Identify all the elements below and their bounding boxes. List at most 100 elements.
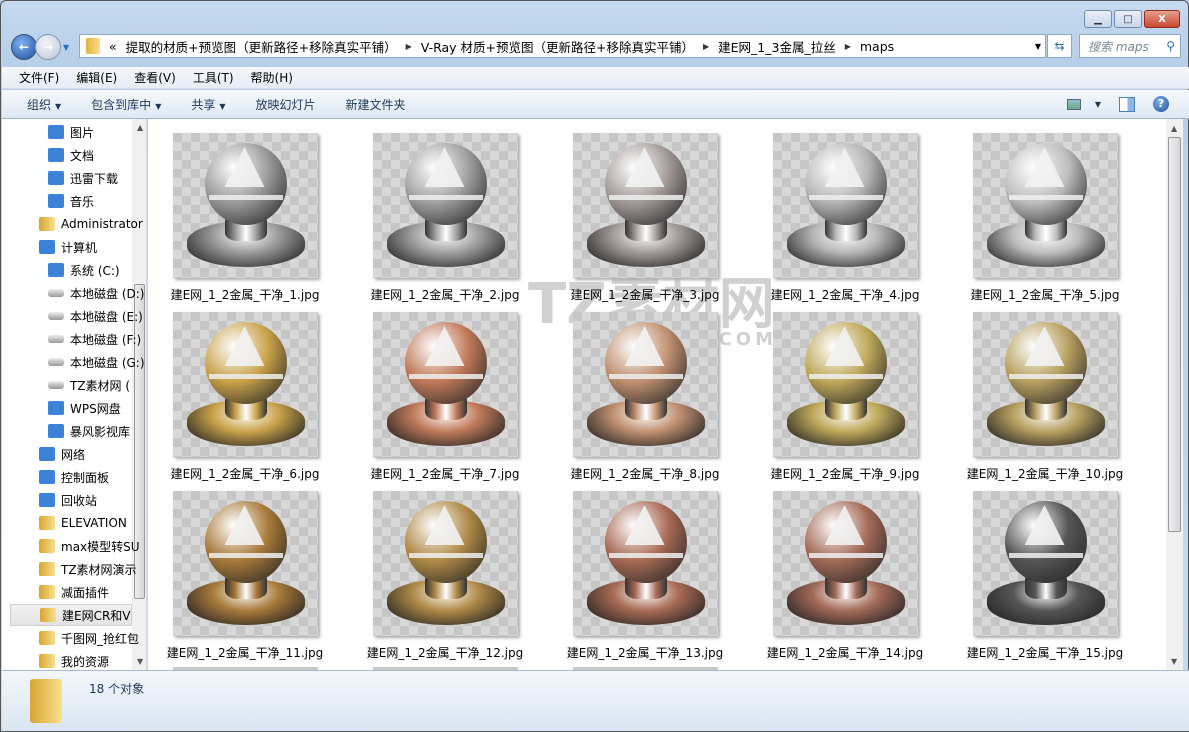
drive-icon [48,381,64,389]
breadcrumb-item[interactable]: maps [860,39,894,54]
sidebar-item[interactable]: 我的资源 [39,650,146,670]
menu-file[interactable]: 文件(F) [19,69,59,86]
sidebar-item[interactable]: 音乐 [48,190,146,212]
view-options-button[interactable]: ▼ [1066,98,1101,110]
breadcrumb-item[interactable]: V-Ray 材质+预览图（更新路径+移除真实平铺） [421,37,694,56]
preview-pane-icon[interactable] [1119,96,1135,112]
sidebar-item[interactable]: Administrator [39,213,146,235]
sidebar-item[interactable]: 计算机 [39,236,146,258]
sidebar-item[interactable]: max模型转SU [39,535,146,557]
file-item[interactable]: 建E网_1_2金属_干净_10.jpg [950,312,1140,482]
refresh-button[interactable]: ⇆ [1047,34,1072,58]
sidebar-item-label: 本地磁盘 (E:) [70,309,143,324]
sidebar-item[interactable]: WPS网盘 [48,397,146,419]
navigation-pane: ▲ ▼ 图片 文档 迅雷下载 音乐 Administrator 计算机 系统 (C:) 本地磁… [2,119,147,670]
menu-edit[interactable]: 编辑(E) [76,69,117,86]
sidebar-item[interactable]: 系统 (C:) [48,259,146,281]
chevron-right-icon[interactable]: ▶ [406,42,412,51]
control-panel-icon [39,470,55,484]
slideshow-button[interactable]: 放映幻灯片 [256,96,316,113]
minimize-button[interactable]: ▁ [1084,10,1112,28]
search-icon[interactable]: ⚲ [1166,39,1175,53]
file-item[interactable]: 建E网_1_2金属_干净_1.jpg [150,133,340,303]
recent-pages-dropdown[interactable]: ▼ [63,43,69,52]
menu-tools[interactable]: 工具(T) [193,69,234,86]
file-name: 建E网_1_2金属_干净_2.jpg [370,288,520,302]
help-icon[interactable]: ? [1153,96,1169,112]
forward-button[interactable]: → [35,34,61,60]
file-item[interactable]: 建E网_1_2金属_干净_8.jpg [550,312,740,482]
sidebar-item-label: 网络 [61,447,86,462]
file-item[interactable]: 建E网_1_2金属_干净_12.jpg [350,491,540,661]
address-bar[interactable]: « 提取的材质+预览图（更新路径+移除真实平铺） ▶ V-Ray 材质+预览图（… [79,34,1046,58]
sidebar-item-label: 本地磁盘 (D:) [70,286,145,301]
folder-icon [39,516,55,530]
image-thumbnail [572,133,718,278]
sidebar-item[interactable]: 本地磁盘 (E:) [48,305,146,327]
image-thumbnail [372,312,518,457]
file-list-scrollbar-thumb[interactable] [1168,137,1181,532]
sidebar-item[interactable]: 本地磁盘 (G:) [48,351,146,373]
chevron-right-icon[interactable]: ▶ [845,42,851,51]
menu-help[interactable]: 帮助(H) [251,69,293,86]
image-thumbnail [172,312,318,457]
file-item[interactable]: 建E网_1_2金属_干净_4.jpg [750,133,940,303]
file-item[interactable]: 建E网_1_2金属_干净_15.jpg [950,491,1140,661]
image-thumbnail [172,133,318,278]
menu-view[interactable]: 查看(V) [134,69,176,86]
file-name: 建E网_1_2金属_干净_5.jpg [970,288,1120,302]
breadcrumb-item[interactable]: 提取的材质+预览图（更新路径+移除真实平铺） [126,37,397,56]
chevron-down-icon[interactable]: ▼ [1035,42,1041,51]
include-in-library-button[interactable]: 包含到库中 ▼ [91,96,161,113]
sidebar-item[interactable]: 网络 [39,443,146,465]
breadcrumb-item[interactable]: 建E网_1_3金属_拉丝 [718,37,836,56]
image-thumbnail [572,312,718,457]
new-folder-button[interactable]: 新建文件夹 [346,96,406,113]
file-item[interactable]: 建E网_1_2金属_干净_3.jpg [550,133,740,303]
image-thumbnail [772,133,918,278]
organize-button[interactable]: 组织 ▼ [27,96,61,113]
image-thumbnail [172,491,318,636]
file-name: 建E网_1_2金属_干净_11.jpg [166,646,324,660]
sidebar-item[interactable]: TZ素材网演示 [39,558,146,580]
breadcrumb-overflow[interactable]: « [109,39,117,54]
sidebar-item[interactable]: 文档 [48,144,146,166]
file-item[interactable]: 建E网_1_2金属_干净_2.jpg [350,133,540,303]
file-name: 建E网_1_2金属_干净_14.jpg [766,646,924,660]
file-item[interactable]: 建E网_1_2金属_干净_7.jpg [350,312,540,482]
sidebar-item-label: 回收站 [61,493,98,508]
sidebar-item[interactable]: 本地磁盘 (F:) [48,328,146,350]
file-item[interactable]: 建E网_1_2金属_干净_6.jpg [150,312,340,482]
scroll-up-arrow[interactable]: ▲ [1171,124,1177,133]
sidebar-item[interactable]: ELEVATION [39,512,146,534]
sidebar-item[interactable]: 本地磁盘 (D:) [48,282,146,304]
folder-icon [86,38,100,54]
sidebar-item[interactable]: 暴风影视库 [48,420,146,442]
sidebar-item[interactable]: 图片 [48,121,146,143]
sidebar-item[interactable]: 控制面板 [39,466,146,488]
search-input[interactable]: 搜索 maps ⚲ [1079,34,1181,58]
sidebar-item[interactable]: 减面插件 [39,581,146,603]
sidebar-item-label: 千图网_抢红包 [61,631,140,646]
back-button[interactable]: ← [11,34,37,60]
sidebar-item-label: TZ素材网演示 [61,562,137,577]
share-button[interactable]: 共享 ▼ [191,96,225,113]
sidebar-item[interactable]: TZ素材网 ( [48,374,146,396]
file-item[interactable]: 建E网_1_2金属_干净_13.jpg [550,491,740,661]
chevron-right-icon[interactable]: ▶ [703,42,709,51]
file-item[interactable]: 建E网_1_2金属_干净_5.jpg [950,133,1140,303]
file-item[interactable]: 建E网_1_2金属_干净_14.jpg [750,491,940,661]
sidebar-item[interactable]: 建E网CR和VR [10,604,132,626]
scroll-down-arrow[interactable]: ▼ [1171,657,1177,666]
sidebar-item-label: Administrator [61,217,143,231]
file-item[interactable]: 建E网_1_2金属_干净_11.jpg [150,491,340,661]
close-button[interactable]: X [1144,10,1180,28]
sidebar-item[interactable]: 回收站 [39,489,146,511]
drive-icon [48,312,64,320]
sidebar-item[interactable]: 迅雷下载 [48,167,146,189]
file-item[interactable]: 建E网_1_2金属_干净_9.jpg [750,312,940,482]
maximize-button[interactable]: □ [1114,10,1142,28]
sidebar-item[interactable]: 千图网_抢红包 [39,627,146,649]
file-name: 建E网_1_2金属_干净_12.jpg [366,646,524,660]
folder-icon [30,679,62,723]
